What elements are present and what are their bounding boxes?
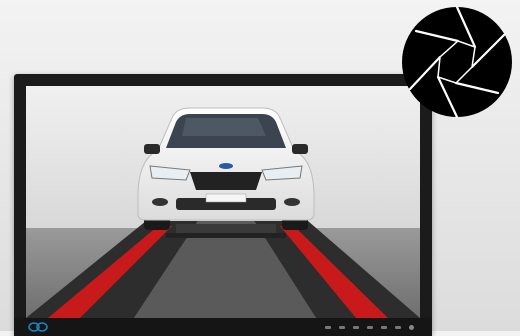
osd-button-up[interactable]: [339, 325, 345, 329]
monitor-screen: [26, 86, 420, 318]
osd-button-right[interactable]: [381, 325, 387, 329]
osd-button-down[interactable]: [353, 325, 359, 329]
osd-button-menu[interactable]: [325, 325, 331, 329]
osd-button-left[interactable]: [367, 325, 373, 329]
osd-button-input[interactable]: [395, 325, 401, 329]
monitor-bottom-bezel: [14, 318, 432, 336]
osd-buttons: [325, 324, 414, 330]
car-on-lift-image: [26, 86, 420, 318]
monitor: [14, 74, 432, 336]
camera-shutter-icon: [402, 5, 512, 119]
power-button-icon[interactable]: [409, 324, 414, 330]
